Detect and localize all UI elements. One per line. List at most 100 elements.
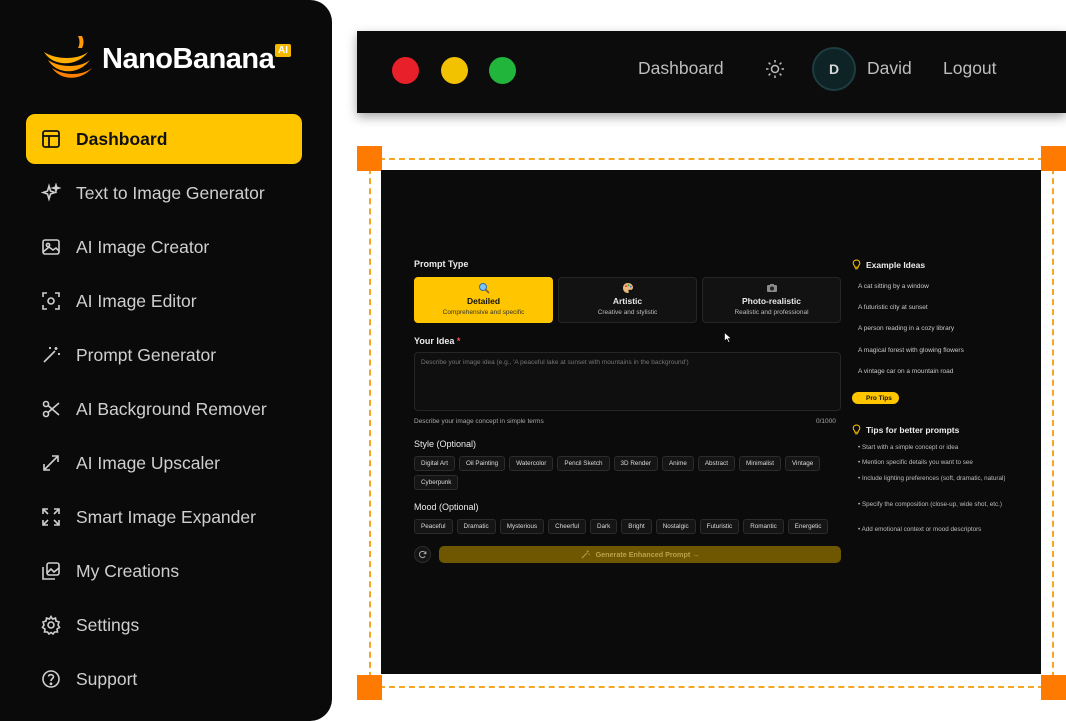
example-ideas-title: Example Ideas [866,259,926,270]
sun-icon[interactable] [765,59,785,79]
avatar[interactable]: D [812,47,856,91]
window-minimize-dot[interactable] [441,57,468,84]
sidebar-item-dashboard[interactable]: Dashboard [26,114,302,164]
brand-logo[interactable]: NanoBanana AI [38,30,291,88]
style-chip[interactable]: Abstract [697,456,735,471]
sidebar-item-text-to-image[interactable]: Text to Image Generator [26,168,302,218]
tip-text: Include lighting preferences (soft, dram… [861,475,1006,482]
mood-chip[interactable]: Nostalgic [655,519,696,534]
tip-item: • Specify the composition (close-up, wid… [858,501,1002,508]
resize-handle-top-left[interactable] [357,146,382,171]
sidebar-item-ai-image-creator[interactable]: AI Image Creator [26,222,302,272]
prompt-type-title: Detailed [466,296,501,306]
style-chip[interactable]: Minimalist [738,456,781,471]
top-bar: Dashboard D David Logout [357,31,1066,113]
idea-hint: Describe your image concept in simple te… [414,418,544,425]
sidebar-nav: Dashboard Text to Image Generator AI Ima… [26,114,302,708]
focus-icon [40,290,62,312]
sidebar-item-label: Text to Image Generator [76,182,265,203]
tip-item: • Add emotional context or mood descript… [858,526,982,533]
example-idea[interactable]: A futuristic city at sunset [858,304,928,311]
prompt-type-artistic[interactable]: Artistic Creative and stylistic [558,277,697,323]
example-idea[interactable]: A magical forest with glowing flowers [858,347,964,354]
tips-title: Tips for better prompts [866,424,960,435]
style-chip[interactable]: Vintage [784,456,821,471]
mood-label: Mood (Optional) [414,502,479,512]
sidebar-item-label: Dashboard [76,128,168,149]
sidebar-item-prompt-generator[interactable]: Prompt Generator [26,330,302,380]
sidebar-item-ai-image-upscaler[interactable]: AI Image Upscaler [26,438,302,488]
char-count: 0/1000 [816,418,836,425]
style-chip[interactable]: Watercolor [509,456,554,471]
example-idea[interactable]: A person reading in a cozy library [858,325,954,332]
sidebar-item-my-creations[interactable]: My Creations [26,546,302,596]
pro-tips-badge[interactable]: Pro Tips [852,392,899,404]
resize-handle-bottom-left[interactable] [357,675,382,700]
style-label: Style (Optional) [414,439,477,449]
tip-text: Start with a simple concept or idea [861,444,959,451]
magic-wand-icon [40,344,62,366]
sidebar-item-label: Settings [76,614,140,635]
prompt-type-label: Prompt Type [414,259,469,269]
window-maximize-dot[interactable] [489,57,516,84]
generate-label: Generate Enhanced Prompt → [595,550,700,559]
style-chip[interactable]: Digital Art [414,456,455,471]
help-circle-icon [40,668,62,690]
mood-chip[interactable]: Romantic [743,519,784,534]
gallery-icon [40,560,62,582]
prompt-type-title: Artistic [612,296,643,306]
mood-chip[interactable]: Energetic [787,519,829,534]
mouse-cursor-icon [724,332,732,343]
example-idea[interactable]: A cat sitting by a window [858,283,929,290]
your-idea-text: Your Idea [414,336,455,346]
style-chip[interactable]: 3D Render [613,456,658,471]
dashboard-icon [40,128,62,150]
mood-chip[interactable]: Cheerful [548,519,586,534]
ai-badge: AI [275,44,291,57]
topbar-dashboard-link[interactable]: Dashboard [638,58,724,79]
resize-handle-top-right[interactable] [1041,146,1066,171]
expand-arrows-icon [40,452,62,474]
example-idea[interactable]: A vintage car on a mountain road [858,368,953,375]
sidebar-item-label: AI Image Creator [76,236,210,257]
prompt-type-photo-realistic[interactable]: Photo-realistic Realistic and profession… [702,277,841,323]
sidebar-item-ai-background-remover[interactable]: AI Background Remover [26,384,302,434]
mood-chip[interactable]: Futuristic [699,519,740,534]
sidebar-item-label: AI Image Upscaler [76,452,220,473]
sidebar-item-smart-image-expander[interactable]: Smart Image Expander [26,492,302,542]
sidebar-item-label: Smart Image Expander [76,506,256,527]
sidebar-item-label: Support [76,668,138,689]
sidebar-item-label: My Creations [76,560,180,581]
sidebar-item-settings[interactable]: Settings [26,600,302,650]
lightbulb-icon [852,259,861,270]
mood-chip[interactable]: Dramatic [456,519,496,534]
style-chip[interactable]: Oil Painting [458,456,506,471]
mood-chip[interactable]: Dark [589,519,618,534]
logout-link[interactable]: Logout [943,58,997,79]
tip-item: • Start with a simple concept or idea [858,444,959,451]
style-chip[interactable]: Cyberpunk [414,475,459,490]
reset-button[interactable] [414,546,431,563]
user-name: David [867,58,912,78]
sidebar-item-label: AI Background Remover [76,398,267,419]
scissors-icon [40,398,62,420]
sidebar-item-ai-image-editor[interactable]: AI Image Editor [26,276,302,326]
palette-icon [622,283,633,293]
generate-prompt-button[interactable]: Generate Enhanced Prompt → [439,546,841,563]
lightbulb-icon [852,424,861,435]
maximize-icon [40,506,62,528]
prompt-type-desc: Realistic and professional [734,309,809,316]
style-chip[interactable]: Pencil Sketch [557,456,610,471]
required-marker: * [456,336,461,346]
mood-chip[interactable]: Bright [621,519,652,534]
sidebar-item-support[interactable]: Support [26,654,302,704]
resize-handle-bottom-right[interactable] [1041,675,1066,700]
prompt-type-detailed[interactable]: Detailed Comprehensive and specific [414,277,553,323]
idea-textarea[interactable] [414,352,841,411]
window-close-dot[interactable] [392,57,419,84]
mood-chip[interactable]: Mysterious [499,519,545,534]
mood-chips: Peaceful Dramatic Mysterious Cheerful Da… [414,519,844,534]
sidebar: NanoBanana AI Dashboard Text to Image Ge… [0,0,332,721]
style-chip[interactable]: Anime [661,456,694,471]
mood-chip[interactable]: Peaceful [414,519,453,534]
